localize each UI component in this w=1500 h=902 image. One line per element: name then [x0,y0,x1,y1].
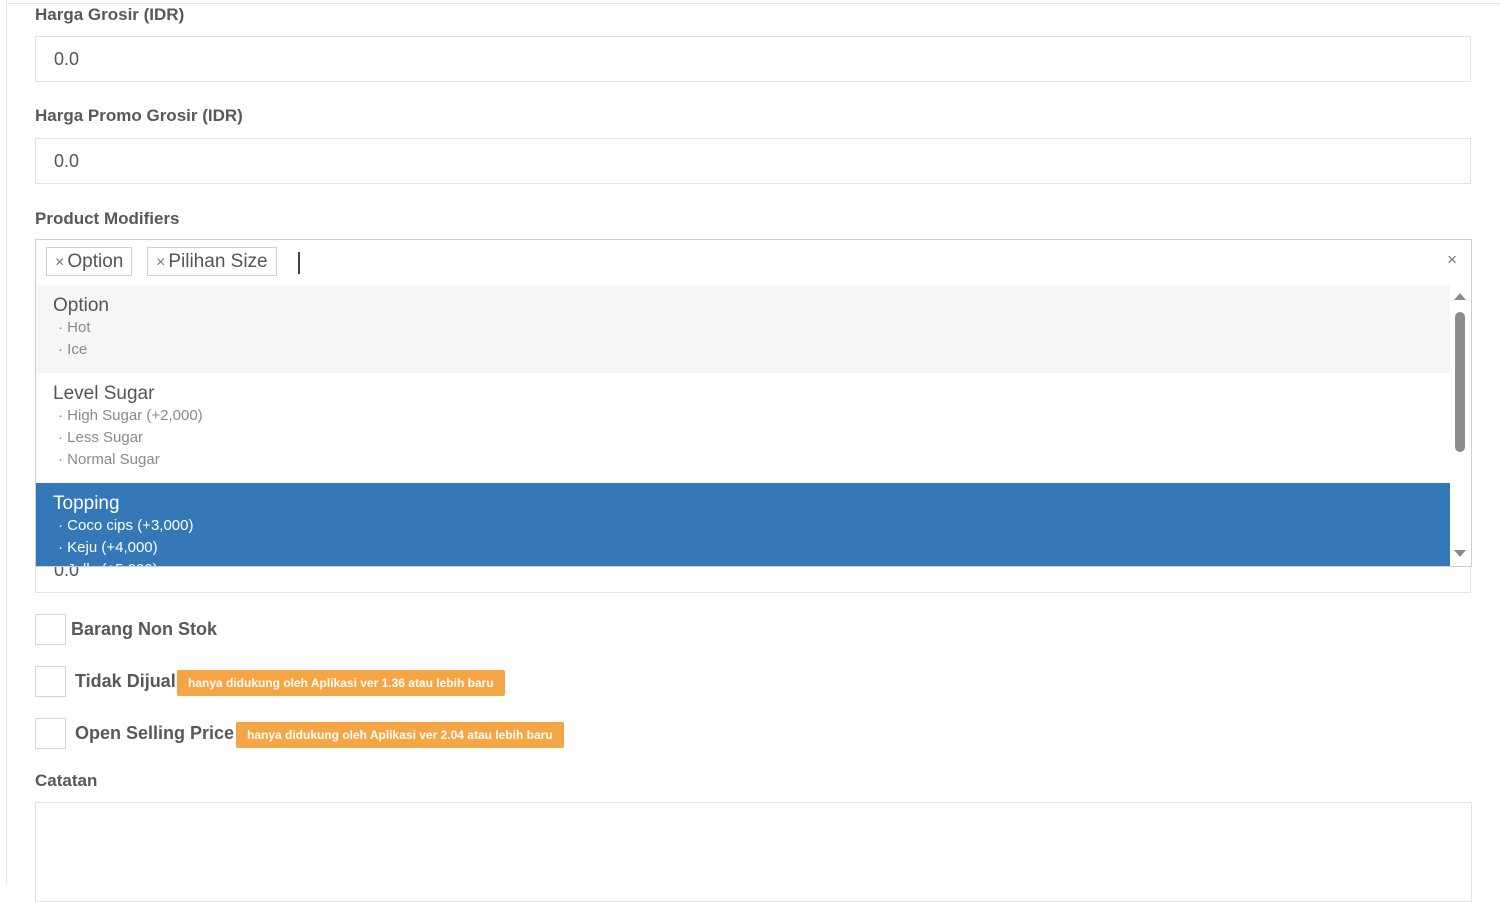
tidak-dijual-label: Tidak Dijual [75,671,176,691]
tag-remove-icon[interactable]: × [156,254,165,271]
harga-promo-grosir-label: Harga Promo Grosir (IDR) [35,106,243,125]
modifiers-option-list: Option · Hot · Ice Level Sugar · High Su… [36,285,1451,566]
tidak-dijual-checkbox[interactable] [35,666,66,697]
version-badge: hanya didukung oleh Aplikasi ver 2.04 at… [236,722,564,748]
version-badge: hanya didukung oleh Aplikasi ver 1.36 at… [177,670,505,696]
dropdown-option-topping[interactable]: Topping · Coco cips (+3,000) · Keju (+4,… [36,483,1451,566]
barang-non-stok-label: Barang Non Stok [71,619,218,639]
clear-all-icon[interactable]: × [1447,250,1457,270]
option-item: · Jelly (+5,000) [53,559,1451,566]
page-border-left [6,0,7,884]
option-item: · Keju (+4,000) [58,539,158,556]
product-modifiers-label: Product Modifiers [35,209,180,228]
harga-promo-grosir-input[interactable]: 0.0 [35,138,1471,184]
tag-label: Pilihan Size [168,251,268,272]
scrollbar-thumb[interactable] [1455,312,1465,452]
tag-remove-icon[interactable]: × [55,254,64,271]
tag-pilihan-size[interactable]: × Pilihan Size [147,247,277,276]
option-item: · Normal Sugar [58,451,160,468]
dropdown-option-level-sugar[interactable]: Level Sugar · High Sugar (+2,000) · Less… [36,373,1451,483]
dropdown-scrollbar[interactable] [1450,285,1471,566]
option-item: · Hot [58,319,91,336]
tag-label: Option [67,251,124,272]
scroll-up-arrow-icon[interactable] [1454,293,1466,300]
option-title: Topping [53,493,120,514]
option-title: Option [53,295,109,316]
option-item: · Coco cips (+3,000) [58,517,194,534]
harga-grosir-input[interactable]: 0.0 [35,36,1471,82]
catatan-textarea[interactable] [35,802,1472,902]
open-selling-price-label: Open Selling Price [75,723,235,743]
barang-non-stok-checkbox[interactable] [35,614,66,645]
tag-option[interactable]: × Option [46,247,133,276]
dropdown-option-option[interactable]: Option · Hot · Ice [36,285,1451,373]
text-cursor [298,252,300,274]
catatan-label: Catatan [35,771,98,790]
page-border-top [6,3,1500,4]
product-modifiers-select[interactable]: × Option × Pilihan Size × [35,239,1472,286]
harga-grosir-label: Harga Grosir (IDR) [35,5,185,24]
open-selling-price-checkbox[interactable] [35,718,66,749]
option-item: · Less Sugar [58,429,144,446]
option-item: · High Sugar (+2,000) [58,407,203,424]
option-item: · Ice [58,341,88,358]
modifiers-dropdown: Option · Hot · Ice Level Sugar · High Su… [35,285,1472,567]
option-title: Level Sugar [53,383,155,404]
scroll-down-arrow-icon[interactable] [1454,550,1466,557]
